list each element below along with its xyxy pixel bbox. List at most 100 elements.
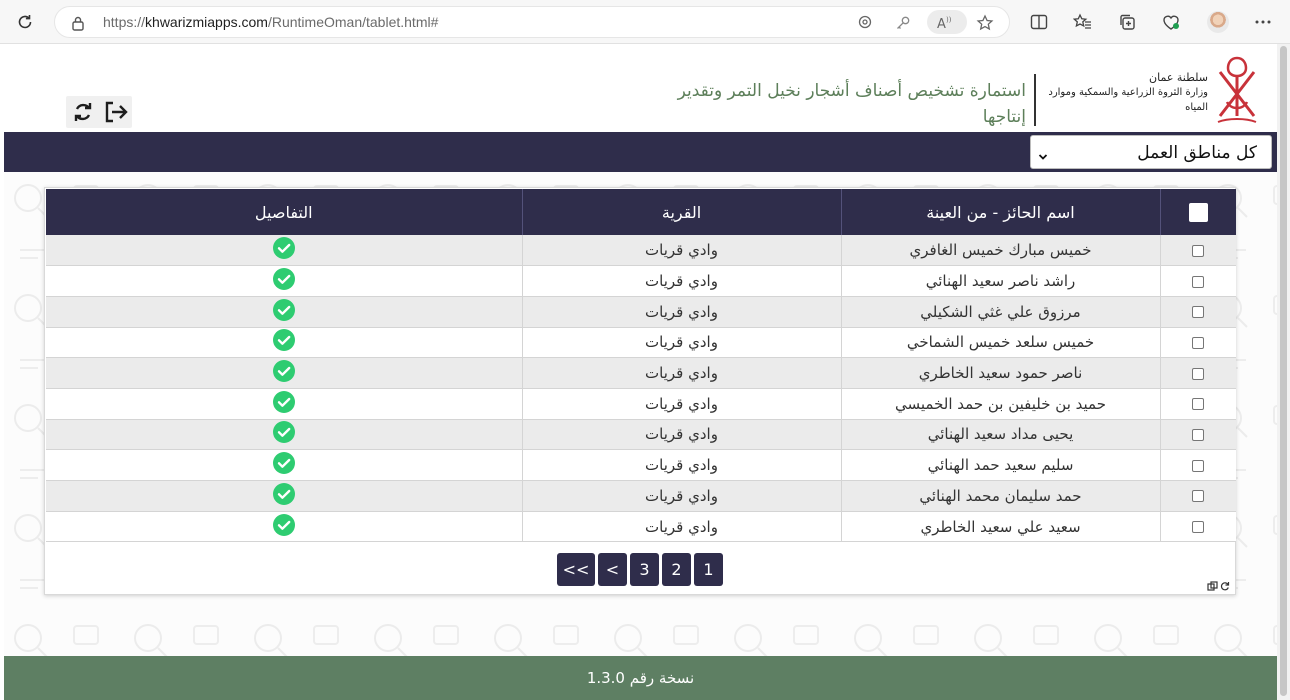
split-screen-icon[interactable] [1028, 11, 1050, 33]
holder-name-cell: خميس مبارك خميس الغافري [840, 235, 1160, 267]
row-checkbox[interactable] [1192, 306, 1205, 319]
details-cell [46, 480, 522, 512]
check-circle-icon[interactable] [272, 421, 295, 447]
table-row[interactable]: حميد بن خليفين بن حمد الخميسي وادي قريات [46, 388, 1236, 420]
row-select-cell [1159, 265, 1236, 297]
check-circle-icon[interactable] [272, 237, 295, 263]
village-cell: وادي قريات [521, 296, 841, 328]
table-row[interactable]: خميس سلعد خميس الشماخي وادي قريات [46, 327, 1236, 359]
village-cell: وادي قريات [521, 388, 841, 420]
key-icon[interactable] [893, 13, 913, 33]
table-row[interactable]: يحيى مداد سعيد الهنائي وادي قريات [46, 419, 1236, 451]
details-cell [46, 327, 522, 359]
row-select-cell [1159, 388, 1236, 420]
select-all-checkbox[interactable] [1188, 203, 1208, 222]
work-zone-select[interactable]: كل مناطق العمل [1030, 135, 1272, 169]
table-row[interactable]: سعيد علي سعيد الخاطري وادي قريات [46, 511, 1236, 543]
header-divider [1034, 74, 1036, 126]
reload-icon[interactable] [14, 11, 36, 33]
holder-name-cell: يحيى مداد سعيد الهنائي [840, 419, 1160, 451]
browser-essentials-icon[interactable] [1160, 11, 1182, 33]
read-aloud-icon: A)) [935, 13, 955, 33]
ministry-line-name: وزارة الثروة الزراعية والسمكية وموارد ال… [1048, 87, 1208, 113]
url-text: https://khwarizmiapps.com/RuntimeOman/ta… [103, 14, 439, 30]
pagination: << < 3 2 1 [557, 553, 723, 586]
version-footer: نسخة رقم 1.3.0 [4, 656, 1277, 700]
holder-name-cell: مرزوق علي غثي الشكيلي [840, 296, 1160, 328]
header-actions [66, 96, 132, 128]
ministry-name: سلطنة عمان وزارة الثروة الزراعية والسمكي… [1044, 70, 1208, 115]
favorite-star-icon[interactable] [975, 13, 995, 33]
details-cell [46, 296, 522, 328]
oman-emblem-logo [1217, 56, 1257, 123]
check-circle-icon[interactable] [272, 452, 295, 478]
details-cell [46, 265, 522, 297]
profile-avatar[interactable] [1207, 11, 1229, 33]
details-cell [46, 357, 522, 389]
details-cell [46, 419, 522, 451]
row-select-cell [1159, 449, 1236, 481]
row-select-cell [1159, 235, 1236, 267]
chevron-down-icon [1038, 146, 1048, 165]
table-row[interactable]: ناصر حمود سعيد الخاطري وادي قريات [46, 357, 1236, 389]
village-cell: وادي قريات [521, 357, 841, 389]
card-tools [1207, 576, 1231, 591]
work-zone-value: كل مناطق العمل [1137, 143, 1257, 163]
holders-table: اسم الحائز - من العينة القرية التفاصيل خ… [46, 189, 1236, 543]
row-checkbox[interactable] [1192, 398, 1205, 411]
village-cell: وادي قريات [521, 480, 841, 512]
browser-toolbar: https://khwarizmiapps.com/RuntimeOman/ta… [0, 0, 1290, 44]
more-options-icon[interactable] [1252, 11, 1274, 33]
holder-name-cell: سليم سعيد حمد الهنائي [840, 449, 1160, 481]
favorites-icon[interactable] [1072, 11, 1094, 33]
holders-table-card: اسم الحائز - من العينة القرية التفاصيل خ… [44, 187, 1236, 595]
scrollbar-thumb[interactable] [1280, 46, 1287, 696]
holder-name-cell: راشد ناصر سعيد الهنائي [840, 265, 1160, 297]
details-cell [46, 388, 522, 420]
row-checkbox[interactable] [1192, 336, 1205, 349]
check-circle-icon[interactable] [272, 329, 295, 355]
row-select-cell [1159, 511, 1236, 543]
check-circle-icon[interactable] [272, 360, 295, 386]
page-first-button[interactable]: << [557, 553, 595, 586]
logout-icon[interactable] [102, 98, 130, 126]
row-checkbox[interactable] [1192, 521, 1205, 534]
row-checkbox[interactable] [1192, 244, 1205, 257]
check-circle-icon[interactable] [272, 268, 295, 294]
header-details: التفاصيل [254, 202, 313, 222]
table-row[interactable]: مرزوق علي غثي الشكيلي وادي قريات [46, 296, 1236, 328]
page-1-button[interactable]: 1 [694, 553, 723, 586]
check-circle-icon[interactable] [272, 482, 295, 509]
details-cell [46, 449, 522, 481]
check-circle-icon[interactable] [272, 390, 295, 417]
refresh-icon[interactable] [1220, 576, 1230, 591]
row-checkbox[interactable] [1192, 367, 1205, 380]
location-icon[interactable] [855, 13, 875, 33]
svg-text:)): )) [946, 16, 952, 24]
page-prev-button[interactable]: < [598, 553, 627, 586]
row-checkbox[interactable] [1192, 459, 1205, 472]
row-select-cell [1159, 480, 1236, 512]
page-2-button[interactable]: 2 [662, 553, 691, 586]
check-circle-icon[interactable] [272, 513, 295, 540]
row-checkbox[interactable] [1192, 428, 1205, 441]
check-circle-icon[interactable] [272, 298, 295, 325]
page-content: سلطنة عمان وزارة الثروة الزراعية والسمكي… [4, 44, 1277, 700]
row-checkbox[interactable] [1192, 275, 1205, 288]
page-scrollbar[interactable] [1277, 44, 1290, 700]
table-row[interactable]: خميس مبارك خميس الغافري وادي قريات [46, 235, 1236, 267]
ministry-line-country: سلطنة عمان [1149, 71, 1208, 84]
page-3-button[interactable]: 3 [630, 553, 659, 586]
table-row[interactable]: راشد ناصر سعيد الهنائي وادي قريات [46, 265, 1236, 297]
header-village: القرية [521, 189, 841, 235]
address-bar[interactable]: https://khwarizmiapps.com/RuntimeOman/ta… [54, 6, 1010, 38]
village-cell: وادي قريات [521, 235, 841, 267]
collections-icon[interactable] [1116, 11, 1138, 33]
holder-name-cell: سعيد علي سعيد الخاطري [840, 511, 1160, 543]
table-row[interactable]: حمد سليمان محمد الهنائي وادي قريات [46, 480, 1236, 512]
table-row[interactable]: سليم سعيد حمد الهنائي وادي قريات [46, 449, 1236, 481]
row-checkbox[interactable] [1192, 490, 1205, 503]
header-holder-name: اسم الحائز - من العينة [840, 189, 1160, 235]
sync-icon[interactable] [69, 98, 97, 126]
expand-icon[interactable] [1207, 576, 1218, 591]
